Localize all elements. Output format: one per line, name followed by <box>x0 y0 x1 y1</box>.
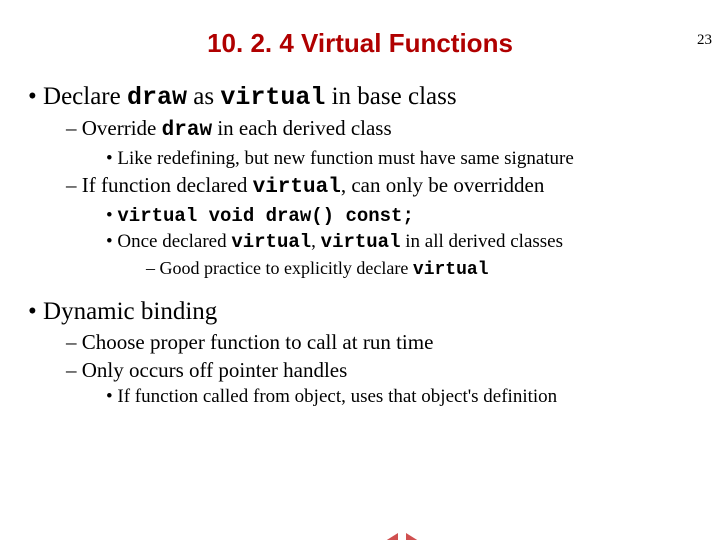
text: Dynamic binding <box>43 298 217 325</box>
text: If function declared <box>82 173 253 197</box>
slide-body: Declare draw as virtual in base class Ov… <box>28 81 700 409</box>
text: Once declared <box>117 231 231 252</box>
bullet-good-practice: Good practice to explicitly declare virt… <box>146 257 700 282</box>
bullet-once-declared: Once declared virtual, virtual in all de… <box>106 230 700 255</box>
text: If function called from object, uses tha… <box>117 386 557 407</box>
text: as <box>187 83 220 110</box>
bullet-declare-draw: Declare draw as virtual in base class <box>28 81 700 113</box>
code-virtual: virtual <box>253 176 341 199</box>
text: Only occurs off pointer handles <box>82 358 348 382</box>
bullet-override-draw: Override draw in each derived class <box>66 115 700 144</box>
bullet-choose-proper: Choose proper function to call at run ti… <box>66 329 700 355</box>
bullet-virtual-signature: virtual void draw() const; <box>106 204 700 229</box>
code-draw: draw <box>127 83 187 112</box>
code-virtual: virtual <box>220 83 325 112</box>
text: , can only be overridden <box>341 173 545 197</box>
text: in all derived classes <box>401 231 564 252</box>
text: Like redefining, but new function must h… <box>117 148 573 169</box>
text: Declare <box>43 83 127 110</box>
nav-arrows <box>380 533 424 540</box>
code-draw: draw <box>162 119 212 142</box>
bullet-from-object: If function called from object, uses tha… <box>106 385 700 409</box>
code-virtual: virtual <box>321 231 401 253</box>
text: in each derived class <box>212 116 392 140</box>
slide-title: 10. 2. 4 Virtual Functions <box>0 28 720 59</box>
code-virtual: virtual <box>413 260 489 280</box>
page-number: 23 <box>697 32 712 49</box>
text: Choose proper function to call at run ti… <box>82 330 434 354</box>
code-signature: virtual void draw() const; <box>117 205 413 227</box>
text: in base class <box>325 83 456 110</box>
bullet-only-pointer: Only occurs off pointer handles <box>66 357 700 383</box>
code-virtual: virtual <box>231 231 311 253</box>
prev-arrow-icon[interactable] <box>382 533 398 540</box>
bullet-dynamic-binding: Dynamic binding <box>28 296 700 327</box>
bullet-if-declared-virtual: If function declared virtual, can only b… <box>66 172 700 201</box>
next-arrow-icon[interactable] <box>406 533 422 540</box>
text: Good practice to explicitly declare <box>160 258 413 278</box>
bullet-like-redefining: Like redefining, but new function must h… <box>106 147 700 171</box>
text: , <box>311 231 321 252</box>
text: Override <box>82 116 162 140</box>
